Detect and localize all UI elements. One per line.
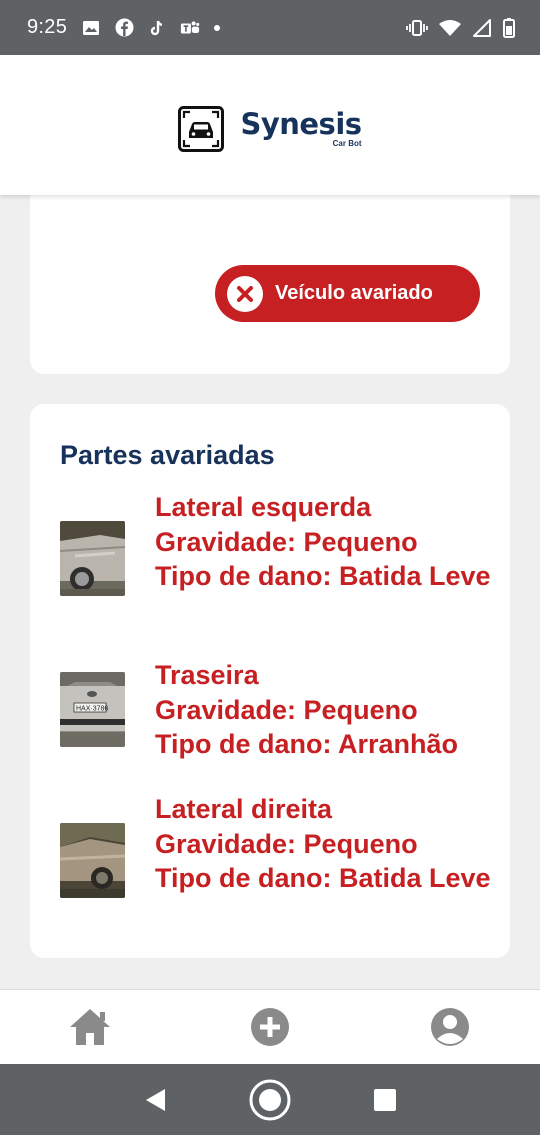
car-scan-icon <box>178 106 225 152</box>
status-time: 9:25 <box>27 16 68 38</box>
part-gravity: Gravidade: Pequeno <box>155 694 418 725</box>
damaged-parts-title: Partes avariadas <box>60 440 275 470</box>
home-button[interactable] <box>60 997 120 1057</box>
list-item[interactable]: Lateral direita Gravidade: Pequeno Tipo … <box>60 792 500 898</box>
back-button[interactable] <box>130 1075 180 1125</box>
add-icon <box>251 1008 289 1046</box>
part-name: Lateral esquerda <box>155 492 372 522</box>
part-damage-type: Tipo de dano: Arranhão <box>155 729 459 759</box>
vibrate-icon <box>406 18 428 38</box>
vehicle-damaged-label: Veículo avariado <box>275 282 433 304</box>
list-item[interactable]: HAX·3786 Traseira Gravidade: Pequeno Tip… <box>60 658 500 762</box>
app-header: Synesis Car Bot <box>0 55 540 195</box>
damage-photo[interactable] <box>60 823 125 898</box>
close-circle-icon <box>227 275 263 312</box>
status-bar: 9:25 <box>0 0 540 55</box>
part-details: Traseira Gravidade: Pequeno Tipo de dano… <box>155 658 458 762</box>
part-damage-type: Tipo de dano: Batida Leve <box>155 863 491 893</box>
home-circle-icon <box>249 1079 291 1120</box>
part-details: Lateral direita Gravidade: Pequeno Tipo … <box>155 792 491 898</box>
damage-photo[interactable] <box>60 521 125 596</box>
logo-subtitle: Car Bot <box>332 139 362 148</box>
part-name: Traseira <box>155 660 259 690</box>
home-system-button[interactable] <box>245 1075 295 1125</box>
part-details: Lateral esquerda Gravidade: Pequeno Tipo… <box>155 490 491 596</box>
part-gravity: Gravidade: Pequeno <box>155 526 418 557</box>
vehicle-damaged-badge[interactable]: Veículo avariado <box>215 265 480 322</box>
recents-button[interactable] <box>360 1075 410 1125</box>
add-button[interactable] <box>240 997 300 1057</box>
recents-icon <box>374 1088 396 1111</box>
svg-text:HAX·3786: HAX·3786 <box>76 706 108 713</box>
part-name: Lateral direita <box>155 794 333 824</box>
back-icon <box>146 1088 165 1111</box>
wifi-icon <box>438 18 462 38</box>
list-item[interactable]: Lateral esquerda Gravidade: Pequeno Tipo… <box>60 490 500 596</box>
system-nav-bar <box>0 1064 540 1135</box>
damage-photo[interactable]: HAX·3786 <box>60 672 125 747</box>
facebook-icon <box>114 18 134 38</box>
gallery-icon <box>81 18 101 38</box>
dot-icon <box>213 18 221 38</box>
logo-title: Synesis <box>240 107 362 141</box>
synesis-logo: Synesis Car Bot <box>178 106 362 152</box>
part-gravity: Gravidade: Pequeno <box>155 828 418 859</box>
part-damage-type: Tipo de dano: Batida Leve <box>155 561 491 591</box>
signal-icon <box>472 18 492 38</box>
account-button[interactable] <box>420 997 480 1057</box>
account-icon <box>431 1008 469 1046</box>
home-icon <box>70 1009 110 1045</box>
teams-icon <box>180 18 200 38</box>
damaged-parts-card: Partes avariadas Lateral esquerda Gravid… <box>30 404 510 958</box>
battery-icon <box>502 17 516 38</box>
tiktok-icon <box>147 18 167 38</box>
bottom-nav <box>0 989 540 1064</box>
